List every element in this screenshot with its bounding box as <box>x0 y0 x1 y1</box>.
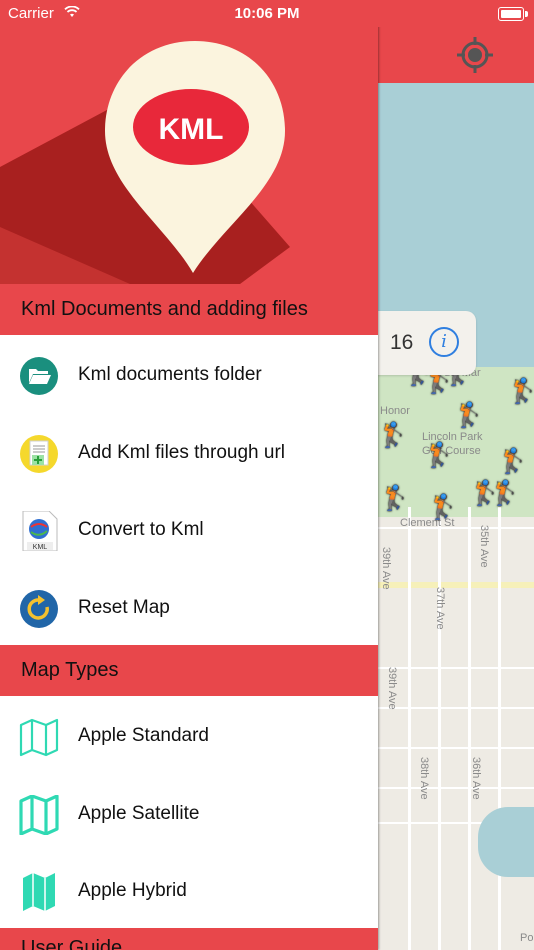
kml-logo: KML <box>105 41 285 273</box>
locate-target-icon[interactable] <box>456 36 494 74</box>
map-outline-icon <box>19 718 59 757</box>
folder-icon <box>20 357 58 395</box>
kml-logo-text: KML <box>159 113 224 146</box>
street <box>408 507 411 950</box>
menu-item-label: Apple Standard <box>78 725 209 746</box>
golf-marker-icon[interactable]: 🏌 <box>380 482 410 516</box>
map-hybrid-icon <box>23 873 55 911</box>
map-view[interactable]: del Mar Honor Lincoln Park Golf Course C… <box>378 27 534 950</box>
street <box>498 507 501 950</box>
menu-item-label: Apple Hybrid <box>78 880 187 901</box>
street <box>378 707 534 709</box>
menu-item-label: Convert to Kml <box>78 519 204 540</box>
map-label: 36th Ave <box>470 757 482 800</box>
golf-marker-icon[interactable]: 🏌 <box>428 491 458 525</box>
battery-icon <box>498 7 528 21</box>
menu-item-apple-standard[interactable]: Apple Standard <box>0 697 378 775</box>
section-title-kml-documents: Kml Documents and adding files <box>0 284 378 335</box>
side-drawer: KML Kml Documents and adding files Kml d… <box>0 0 378 950</box>
status-bar: Carrier 10:06 PM <box>0 0 534 27</box>
street <box>378 787 534 789</box>
street <box>378 667 534 669</box>
menu-item-label: Kml documents folder <box>78 364 262 385</box>
golf-marker-icon[interactable]: 🏌 <box>490 477 520 511</box>
info-icon[interactable]: i <box>429 327 459 357</box>
kml-file-caption: KML <box>33 544 48 551</box>
map-label: 39th Ave <box>386 667 398 710</box>
drawer-header: KML <box>0 27 378 284</box>
street <box>378 747 534 749</box>
add-file-icon <box>20 435 58 473</box>
marker-callout[interactable]: 16 i <box>378 311 476 375</box>
menu-item-kml-documents-folder[interactable]: Kml documents folder <box>0 336 378 414</box>
street <box>468 507 471 950</box>
section-title-user-guide: User Guide <box>0 928 378 950</box>
street <box>438 507 441 950</box>
golf-marker-icon[interactable]: 🏌 <box>498 445 528 479</box>
clock: 10:06 PM <box>234 5 300 22</box>
map-label: Po <box>520 932 534 944</box>
menu-item-label: Apple Satellite <box>78 803 200 824</box>
map-satellite-icon <box>19 795 59 835</box>
map-label: 38th Ave <box>418 757 430 800</box>
golf-marker-icon[interactable]: 🏌 <box>424 439 454 473</box>
map-label: 37th Ave <box>434 587 446 630</box>
map-label: Honor <box>380 405 410 417</box>
menu-item-label: Add Kml files through url <box>78 442 285 463</box>
section-title-map-types: Map Types <box>0 645 378 696</box>
pond <box>478 807 534 877</box>
reset-icon <box>20 590 58 628</box>
map-label: 39th Ave <box>380 547 392 590</box>
golf-marker-icon[interactable]: 🏌 <box>378 419 408 453</box>
golf-marker-icon[interactable]: 🏌 <box>454 399 484 433</box>
menu-item-label: Reset Map <box>78 597 170 618</box>
menu-item-convert-to-kml[interactable]: KML Convert to Kml <box>0 491 378 569</box>
menu-item-apple-hybrid[interactable]: Apple Hybrid <box>0 852 378 930</box>
menu-item-reset-map[interactable]: Reset Map <box>0 569 378 647</box>
golf-marker-icon[interactable]: 🏌 <box>470 477 500 511</box>
menu-item-apple-satellite[interactable]: Apple Satellite <box>0 775 378 853</box>
callout-number: 16 <box>390 331 414 354</box>
map-label: 35th Ave <box>478 525 490 568</box>
golf-marker-icon[interactable]: 🏌 <box>508 375 534 409</box>
menu-item-add-kml-url[interactable]: Add Kml files through url <box>0 414 378 492</box>
road <box>378 582 534 588</box>
kml-file-icon: KML <box>22 511 58 551</box>
